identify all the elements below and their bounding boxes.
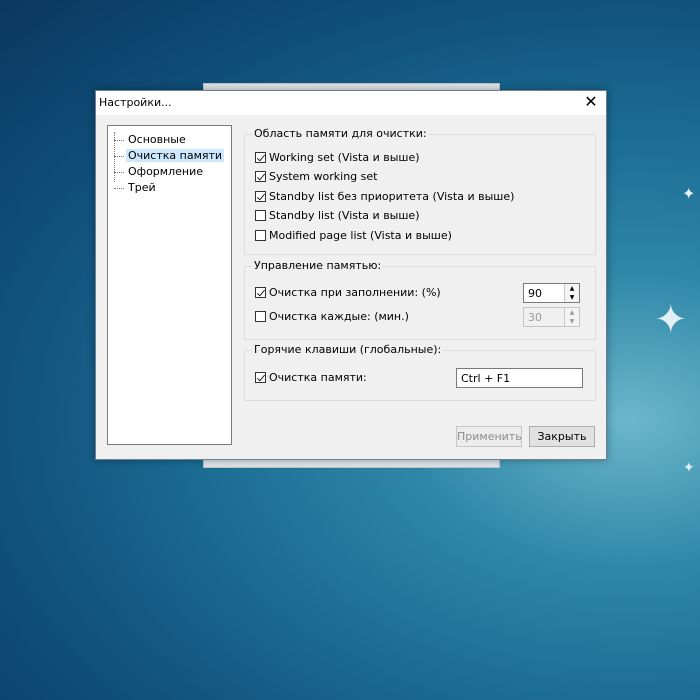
- close-icon[interactable]: ✕: [584, 94, 598, 110]
- dialog-title: Настройки...: [99, 96, 172, 109]
- checkbox-unchecked-icon[interactable]: [255, 230, 266, 241]
- fill-percent-stepper[interactable]: 90 ▲ ▼: [523, 283, 580, 303]
- group-title: Управление памятью:: [252, 259, 384, 272]
- title-bar[interactable]: Настройки... ✕: [96, 91, 606, 115]
- checkbox-standby-list[interactable]: Standby list (Vista и выше): [255, 208, 419, 224]
- interval-minutes-stepper[interactable]: 30 ▲ ▼: [523, 307, 580, 327]
- settings-dialog: Настройки... ✕ Основные Очистка памяти О…: [95, 90, 607, 460]
- tree-item-appearance[interactable]: Оформление: [114, 164, 205, 179]
- sparkle-icon: ✦: [654, 297, 688, 343]
- group-title: Горячие клавиши (глобальные):: [252, 343, 444, 356]
- sparkle-icon: ✦: [682, 184, 696, 203]
- checkbox-working-set[interactable]: Working set (Vista и выше): [255, 150, 420, 166]
- checkbox-clean-every[interactable]: Очистка каждые: (мин.): [255, 309, 409, 325]
- checkbox-modified-page-list[interactable]: Modified page list (Vista и выше): [255, 228, 452, 244]
- checkbox-hotkey-clean[interactable]: Очистка памяти:: [255, 370, 367, 386]
- checkbox-system-working-set[interactable]: System working set: [255, 169, 377, 185]
- hotkey-input[interactable]: Ctrl + F1: [456, 368, 583, 388]
- checkbox-unchecked-icon[interactable]: [255, 311, 266, 322]
- checkbox-standby-no-priority[interactable]: Standby list без приоритета (Vista и выш…: [255, 189, 514, 205]
- apply-button[interactable]: Применить: [456, 426, 522, 447]
- checkbox-checked-icon[interactable]: [255, 191, 266, 202]
- spin-arrows-icon[interactable]: ▲ ▼: [564, 284, 579, 302]
- checkbox-checked-icon[interactable]: [255, 287, 266, 298]
- close-button[interactable]: Закрыть: [529, 426, 595, 447]
- sparkle-icon: ✦: [683, 460, 695, 476]
- hotkeys-group: Горячие клавиши (глобальные): Очистка па…: [244, 343, 596, 401]
- group-title: Область памяти для очистки:: [252, 127, 429, 140]
- tree-item-memory-cleaning[interactable]: Очистка памяти: [114, 148, 225, 163]
- checkbox-checked-icon[interactable]: [255, 171, 266, 182]
- tree-item-general[interactable]: Основные: [114, 132, 188, 147]
- checkbox-checked-icon[interactable]: [255, 152, 266, 163]
- checkbox-checked-icon[interactable]: [255, 372, 266, 383]
- memory-area-group: Область памяти для очистки: Working set …: [244, 127, 596, 255]
- settings-tree: Основные Очистка памяти Оформление Трей: [107, 125, 232, 445]
- tree-item-tray[interactable]: Трей: [114, 180, 158, 195]
- memory-management-group: Управление памятью: Очистка при заполнен…: [244, 259, 596, 340]
- spin-arrows-icon[interactable]: ▲ ▼: [564, 308, 579, 326]
- checkbox-unchecked-icon[interactable]: [255, 210, 266, 221]
- checkbox-clean-on-fill[interactable]: Очистка при заполнении: (%): [255, 285, 441, 301]
